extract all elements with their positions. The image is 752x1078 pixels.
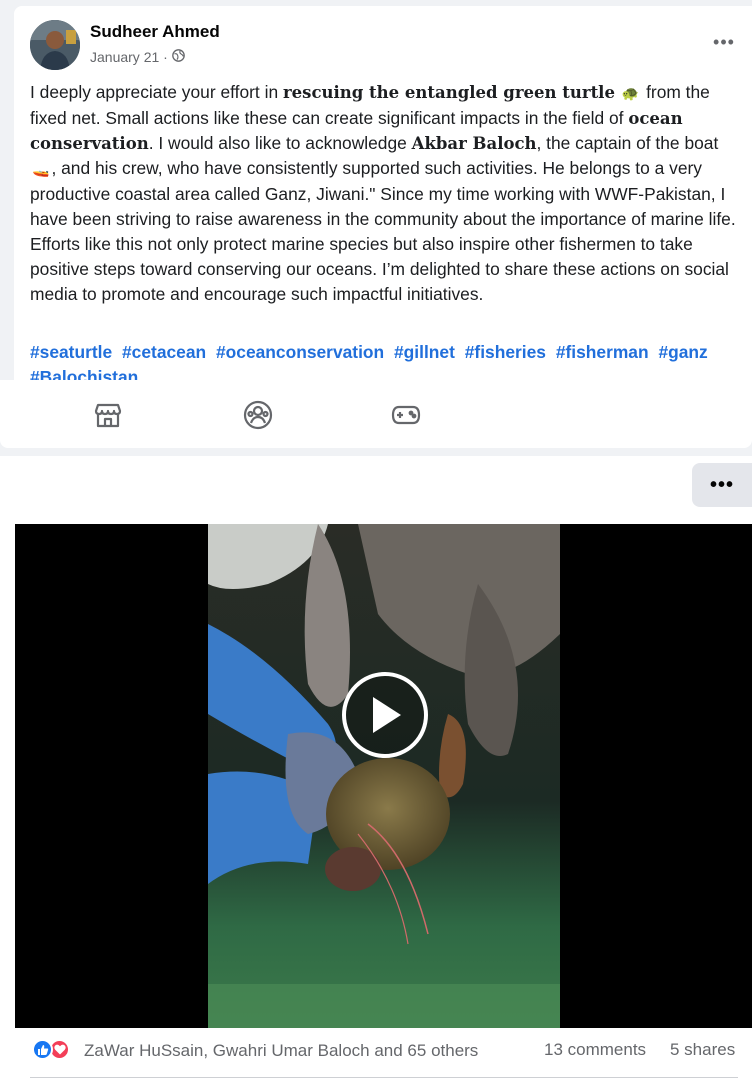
post-text-part: . I would also like to acknowledge: [148, 133, 412, 154]
hashtag-link[interactable]: #ganz: [658, 342, 707, 362]
turtle-icon: 🐢: [621, 84, 640, 101]
video-thumbnail: [208, 524, 560, 1028]
groups-icon[interactable]: [243, 400, 273, 430]
post-options-button[interactable]: •••: [710, 28, 738, 56]
comment-count[interactable]: 13 comments: [544, 1040, 646, 1060]
second-post-header: •••: [0, 456, 752, 524]
reaction-icons[interactable]: [32, 1039, 70, 1060]
more-options-button[interactable]: •••: [692, 463, 752, 507]
hashtag-link[interactable]: #seaturtle: [30, 342, 112, 362]
post-text-part: , and his crew, who have consistently su…: [30, 158, 736, 305]
post-date[interactable]: January 21 ·: [90, 49, 168, 65]
post-text: I deeply appreciate your effort in rescu…: [30, 80, 742, 308]
speedboat-icon: 🚤: [32, 161, 50, 177]
hashtag-link[interactable]: #oceanconservation: [216, 342, 384, 362]
post-text-part: , the captain of the boat: [536, 133, 719, 154]
post-stats-bar: ZaWar HuSsain, Gwahri Umar Baloch and 65…: [0, 1028, 752, 1078]
reaction-names[interactable]: ZaWar HuSsain, Gwahri Umar Baloch and 65…: [84, 1041, 478, 1061]
bottom-toolbar: [0, 380, 752, 448]
video-container: [0, 524, 752, 1028]
video-player[interactable]: [15, 524, 752, 1028]
marketplace-icon[interactable]: [93, 400, 123, 430]
hashtag-link[interactable]: #Balochistan: [30, 367, 138, 380]
author-name[interactable]: Sudheer Ahmed: [90, 22, 220, 42]
globe-icon: [171, 49, 185, 65]
post-text-part: I deeply appreciate your effort in: [30, 82, 283, 102]
post-card: Sudheer Ahmed January 21 · ••• I deeply …: [14, 6, 752, 380]
hashtag-list: #seaturtle #cetacean #oceanconservation …: [30, 340, 742, 380]
hashtag-link[interactable]: #cetacean: [122, 342, 206, 362]
gaming-icon[interactable]: [391, 400, 421, 430]
like-reaction-icon: [32, 1039, 53, 1060]
hashtag-link[interactable]: #fisherman: [556, 342, 649, 362]
hashtag-link[interactable]: #fisheries: [465, 342, 546, 362]
hashtag-link[interactable]: #gillnet: [394, 342, 455, 362]
play-button[interactable]: [342, 672, 428, 758]
share-count[interactable]: 5 shares: [670, 1040, 735, 1060]
post-text-bold: Akbar Baloch: [411, 134, 537, 154]
avatar[interactable]: [30, 20, 80, 70]
post-meta: January 21 ·: [90, 49, 185, 65]
play-icon: [373, 697, 401, 733]
post-text-bold: rescuing the entangled green turtle: [282, 83, 615, 102]
